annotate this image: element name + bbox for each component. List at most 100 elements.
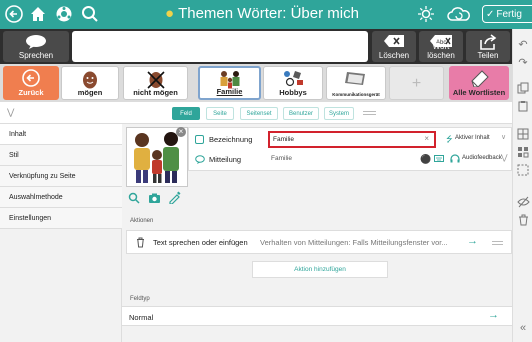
tab-label: Feld [180, 110, 192, 117]
trash-icon[interactable] [136, 237, 145, 250]
message-bar: Sprechen Löschen Abc Wort löschen Teilen [0, 29, 512, 64]
share-label: Teilen [477, 51, 499, 60]
menu-item-style[interactable]: Stil [0, 145, 122, 166]
family-picture-icon [134, 132, 179, 183]
delete-button[interactable]: Löschen [372, 31, 416, 62]
home-icon[interactable] [28, 4, 48, 24]
remove-symbol-icon[interactable]: × [176, 127, 186, 137]
copy-icon[interactable] [516, 81, 530, 95]
speak-label: Sprechen [18, 51, 54, 60]
tab-user[interactable]: Benutzer [283, 107, 319, 120]
arrow-right-icon[interactable]: → [467, 235, 478, 247]
symbol-cell-dislike[interactable]: nicht mögen [123, 66, 188, 100]
drag-handle-icon[interactable] [363, 111, 376, 115]
delete-word-button[interactable]: Abc Wort löschen [419, 31, 463, 62]
lightning-icon: ⭍ [446, 135, 453, 144]
done-button[interactable]: ✓ Fertig [482, 5, 532, 23]
menu-item-label: Stil [9, 152, 19, 159]
symbol-cell-like[interactable]: mögen [61, 66, 119, 100]
editor-tab-bar: ⋁ Feld Seite Seitenset Benutzer System [0, 102, 512, 124]
audio-feedback-label[interactable]: Audiofeedback [462, 155, 502, 161]
back-icon[interactable] [4, 4, 24, 24]
menu-item-link-to-page[interactable]: Verknüpfung zu Seite [0, 166, 122, 187]
undo-icon[interactable]: ↶ [516, 37, 530, 51]
microphone-icon[interactable]: ⚫ [420, 154, 431, 165]
symbol-cell-hobbies[interactable]: Hobbys [263, 66, 323, 100]
delete-label: Löschen [378, 51, 410, 60]
speech-bubble-icon [195, 155, 205, 166]
delete-word-label: Wort löschen [427, 42, 455, 60]
action-row[interactable]: Text sprechen oder einfügen Verhalten vo… [126, 230, 512, 254]
hobbies-icon [281, 69, 305, 89]
message-window[interactable] [72, 31, 368, 62]
layers-icon[interactable] [516, 127, 530, 141]
actions-section-label: Aktionen [130, 218, 154, 224]
brightness-icon[interactable] [416, 4, 436, 24]
back-cell-label: Zurück [18, 88, 44, 97]
search-icon[interactable] [80, 4, 100, 24]
collapse-chevron-icon[interactable]: ⋁ [7, 107, 14, 118]
collapse-left-icon[interactable]: « [516, 321, 530, 335]
fields-card: Bezeichnung Familie × ⭍ Aktiver Inhalt ∨… [188, 127, 512, 171]
device-icon [344, 69, 368, 89]
fieldtype-row[interactable]: Normal → [122, 306, 512, 326]
menu-item-label: Auswahlmethode [9, 194, 63, 201]
plus-icon: + [411, 75, 422, 92]
symbol-cell-communication-device[interactable]: Kommunikationsgerät [326, 66, 386, 100]
share-button[interactable]: Teilen [466, 31, 510, 62]
menu-item-settings[interactable]: Einstellungen [0, 208, 122, 229]
editor-content: × Bezeichnung Familie × ⭍ Aktiver Inhalt… [122, 124, 512, 342]
menu-item-content[interactable]: Inhalt [0, 124, 122, 145]
tab-page[interactable]: Seite [206, 107, 234, 120]
settings-icon[interactable] [54, 4, 74, 24]
all-lists-cell[interactable]: Alle Wortlisten [449, 66, 509, 100]
back-cell[interactable]: Zurück [3, 66, 59, 100]
settings-menu: Inhalt Stil Verknüpfung zu Seite Auswahl… [0, 124, 122, 342]
redo-icon[interactable]: ↷ [516, 55, 530, 69]
tab-field[interactable]: Feld [172, 107, 200, 120]
add-action-label: Aktion hinzufügen [294, 266, 346, 273]
expand-icon[interactable]: ⋁ [501, 153, 508, 162]
symbol-row: Zurück mögen nicht mögen Familie Hobbys … [0, 64, 512, 102]
active-content-label[interactable]: Aktiver Inhalt [455, 135, 490, 141]
message-field-value: Familie [271, 155, 292, 162]
top-bar: ● Themen Wörter: Über mich ✓ Fertig [0, 0, 532, 29]
arrow-right-icon[interactable]: → [488, 309, 499, 321]
tab-label: System [328, 110, 349, 117]
label-field[interactable]: Familie × [268, 131, 436, 148]
label-checkbox[interactable] [195, 135, 204, 144]
add-cell-button[interactable]: + [389, 66, 444, 100]
action-detail: Verhalten von Mitteilungen: Falls Mittei… [260, 238, 448, 247]
eyedropper-icon[interactable] [168, 191, 181, 206]
clear-icon[interactable]: × [424, 134, 429, 143]
search-symbol-icon[interactable] [128, 192, 140, 206]
paste-icon[interactable] [516, 99, 530, 113]
symbol-cell-family[interactable]: Familie [198, 66, 261, 100]
symbol-cell-label: nicht mögen [133, 88, 178, 97]
menu-item-selection-method[interactable]: Auswahlmethode [0, 187, 122, 208]
tab-system[interactable]: System [324, 107, 354, 120]
fieldtype-section-label: Feldtyp [130, 296, 150, 302]
select-area-icon[interactable] [516, 163, 530, 177]
chevron-down-icon[interactable]: ∨ [501, 133, 506, 141]
drag-handle-icon[interactable] [492, 241, 503, 245]
tab-page-set[interactable]: Seitenset [240, 107, 278, 120]
page-title-text: Themen Wörter: Über mich [178, 5, 359, 22]
camera-icon[interactable] [148, 192, 161, 206]
right-toolbar: ↶ ↷ « [512, 29, 532, 342]
label-field-value: Familie [273, 136, 294, 143]
trash-icon[interactable] [516, 213, 530, 227]
hide-icon[interactable] [516, 195, 530, 209]
symbol-cell-label: mögen [77, 88, 103, 97]
message-field[interactable]: Familie [268, 152, 408, 166]
menu-item-label: Verknüpfung zu Seite [9, 173, 76, 180]
grid-icon[interactable] [516, 145, 530, 159]
speak-button[interactable]: Sprechen [3, 31, 69, 62]
cloud-icon[interactable] [446, 4, 472, 24]
message-field-label: Mitteilung [209, 155, 242, 164]
keyboard-icon[interactable] [434, 154, 444, 165]
headphones-icon [450, 154, 460, 165]
lightbulb-icon: ● [165, 5, 175, 22]
add-action-button[interactable]: Aktion hinzufügen [252, 261, 388, 278]
symbol-cell-label: Kommunikationsgerät [332, 92, 380, 97]
